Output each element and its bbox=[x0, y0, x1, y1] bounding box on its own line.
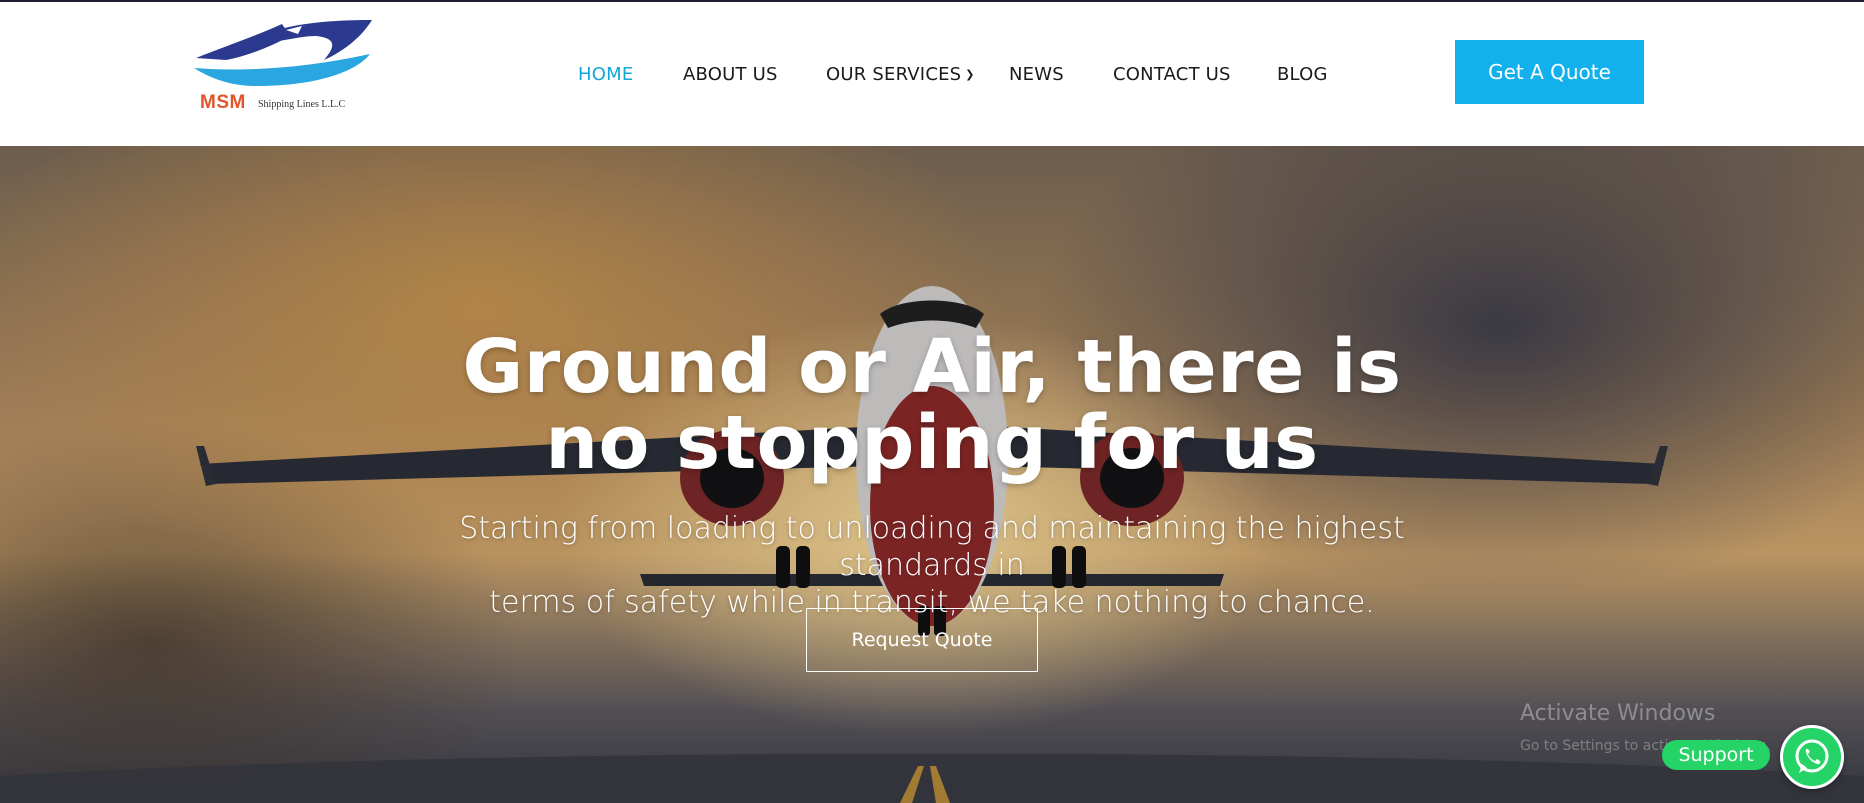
nav-item-news[interactable]: NEWS bbox=[1009, 64, 1064, 85]
site-header: MSM Shipping Lines L.L.C HOME ABOUT US O… bbox=[0, 2, 1864, 146]
whatsapp-icon bbox=[1795, 739, 1829, 773]
nav-item-about-us[interactable]: ABOUT US bbox=[683, 64, 778, 85]
nav-item-home[interactable]: HOME bbox=[578, 64, 633, 85]
brand-name: MSM bbox=[200, 92, 246, 113]
hero-subtitle: Starting from loading to unloading and m… bbox=[382, 510, 1482, 621]
nav-item-blog[interactable]: BLOG bbox=[1277, 64, 1328, 85]
hero-title-line-1: Ground or Air, there is bbox=[462, 324, 1402, 410]
hero-title: Ground or Air, there is no stopping for … bbox=[332, 329, 1532, 481]
nav-item-contact-us[interactable]: CONTACT US bbox=[1113, 64, 1231, 85]
chevron-down-icon: ❯ bbox=[965, 68, 975, 81]
request-quote-button[interactable]: Request Quote bbox=[806, 608, 1038, 672]
get-a-quote-button[interactable]: Get A Quote bbox=[1455, 40, 1644, 104]
nav-item-our-services[interactable]: OUR SERVICES ❯ bbox=[826, 64, 975, 85]
support-button[interactable]: Support bbox=[1662, 740, 1770, 770]
nav-item-our-services-label: OUR SERVICES bbox=[826, 64, 962, 85]
hero-title-line-2: no stopping for us bbox=[545, 400, 1319, 486]
activate-windows-title: Activate Windows bbox=[1520, 701, 1716, 726]
site-logo[interactable]: MSM Shipping Lines L.L.C bbox=[186, 16, 378, 118]
hero-subtitle-line-1: Starting from loading to unloading and m… bbox=[459, 511, 1405, 583]
hero-banner: Ground or Air, there is no stopping for … bbox=[0, 146, 1864, 803]
whatsapp-chat-button[interactable] bbox=[1780, 725, 1844, 789]
brand-tagline: Shipping Lines L.L.C bbox=[258, 99, 346, 110]
ship-logo-icon bbox=[194, 20, 372, 86]
